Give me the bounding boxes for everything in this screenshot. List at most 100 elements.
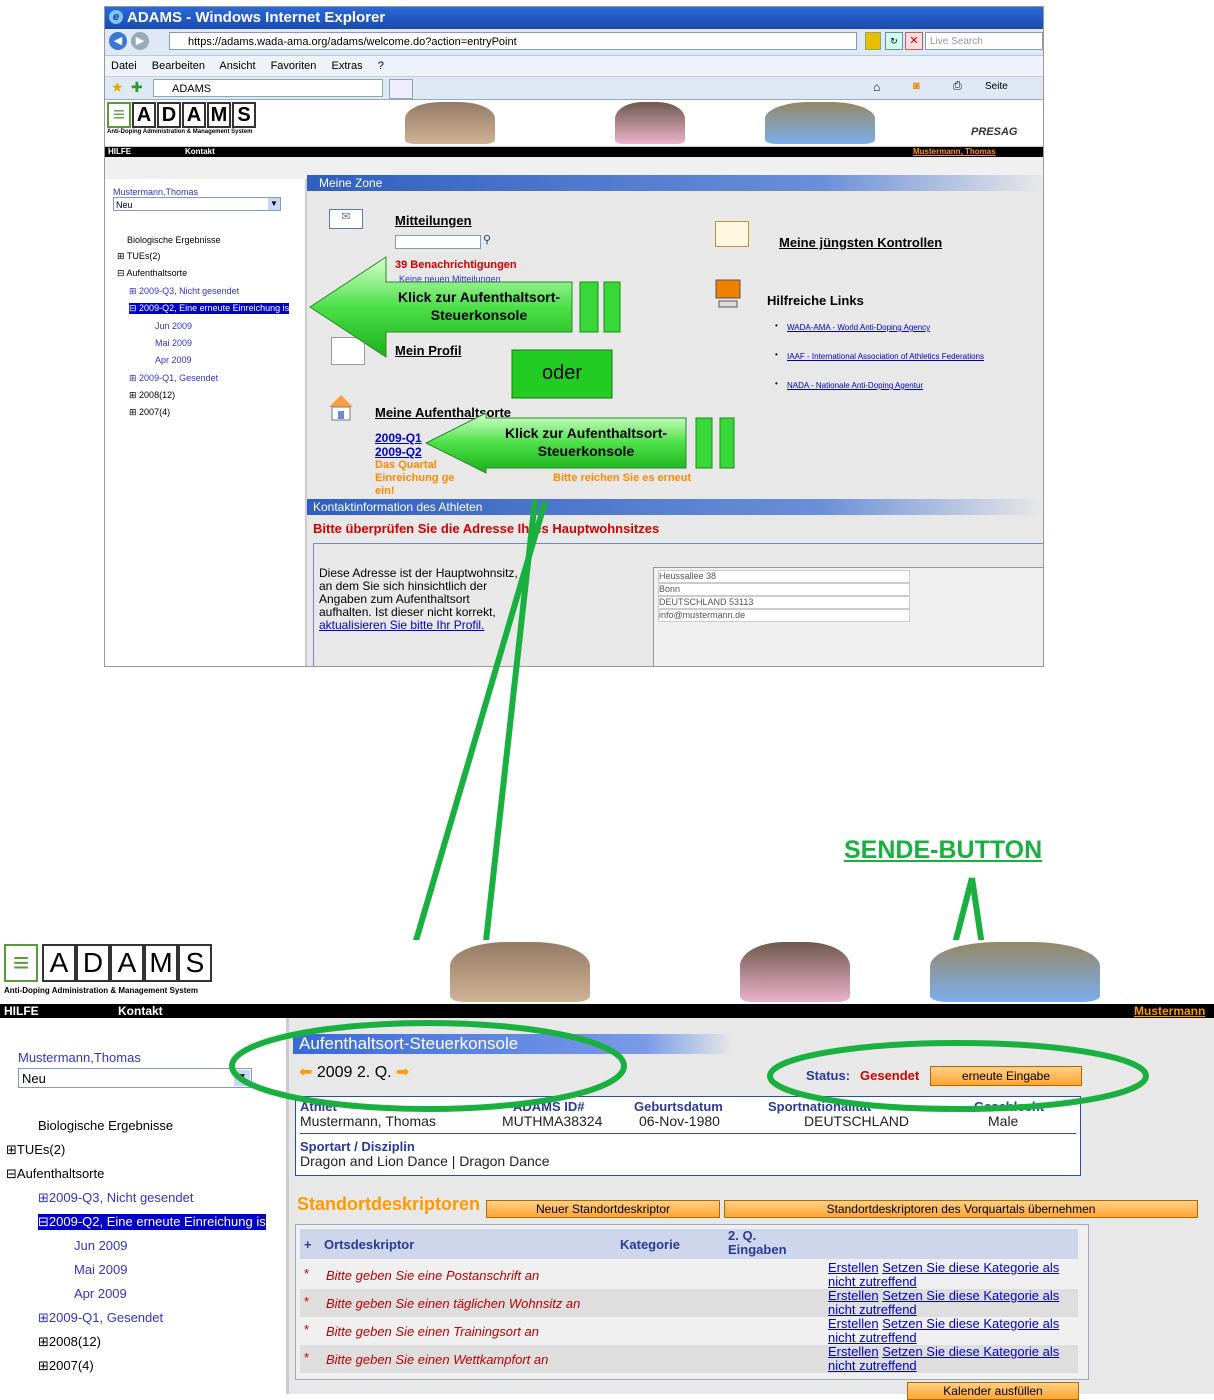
- expand-icon[interactable]: ⊞: [38, 1334, 49, 1349]
- arrow-right-icon[interactable]: ➡: [396, 1064, 409, 1081]
- quarter-nav: ⬅ 2009 2. Q. ➡: [299, 1062, 409, 1082]
- arrow-bar: [579, 281, 599, 333]
- add-column-icon[interactable]: +: [304, 1237, 312, 1252]
- logo-mark-icon: ≡: [4, 944, 38, 982]
- create-link[interactable]: Erstellen: [828, 1316, 879, 1331]
- row-actions: Erstellen Setzen Sie diese Kategorie als…: [828, 1289, 1078, 1317]
- table-row: * Bitte geben Sie eine Postanschrift an …: [300, 1261, 1078, 1289]
- row-description: Bitte geben Sie eine Postanschrift an: [326, 1268, 540, 1283]
- row-description: Bitte geben Sie einen Trainingsort an: [326, 1324, 539, 1339]
- send-button-label: SENDE-BUTTON: [844, 836, 1043, 864]
- create-link[interactable]: Erstellen: [828, 1344, 879, 1359]
- status-label: Status:: [806, 1068, 851, 1083]
- logo-letter: S: [178, 944, 212, 982]
- athlete-info-panel: Athlet Mustermann, Thomas ADAMS ID# MUTH…: [295, 1096, 1081, 1176]
- logo-subtitle: Anti-Doping Administration & Management …: [4, 986, 198, 995]
- top-nav-bar-2: HILFE Kontakt Mustermann: [0, 1004, 1214, 1018]
- whereabouts-console: Aufenthaltsort-Steuerkonsole ⬅ 2009 2. Q…: [289, 1018, 1214, 1400]
- sidebar-item-q2[interactable]: ⊟2009-Q2, Eine erneute Einreichung is: [38, 1214, 266, 1230]
- contact-link[interactable]: Kontakt: [118, 1004, 163, 1018]
- chevron-down-icon[interactable]: ▼: [234, 1070, 250, 1086]
- status-value: Gesendet: [860, 1068, 920, 1083]
- sidebar-item-jun[interactable]: Jun 2009: [74, 1238, 128, 1253]
- athlete-label: Athlet: [300, 1099, 337, 1114]
- required-marker: *: [304, 1266, 310, 1281]
- row-actions: Erstellen Setzen Sie diese Kategorie als…: [828, 1261, 1078, 1289]
- sidebar-item-label: 2008(12): [48, 1334, 101, 1349]
- status-select-value: Neu: [22, 1071, 46, 1086]
- sidebar-item-whereabouts[interactable]: ⊟Aufenthaltsorte: [6, 1166, 104, 1182]
- logo-letter: M: [144, 944, 178, 982]
- row-actions: Erstellen Setzen Sie diese Kategorie als…: [828, 1345, 1078, 1373]
- logo-letter: A: [42, 944, 76, 982]
- required-marker: *: [304, 1322, 310, 1337]
- table-row: * Bitte geben Sie einen täglichen Wohnsi…: [300, 1289, 1078, 1317]
- copy-previous-quarter-button[interactable]: Standortdeskriptoren des Vorquartals übe…: [724, 1200, 1198, 1218]
- id-label: ADAMS ID#: [513, 1099, 585, 1114]
- user-link[interactable]: Mustermann: [1134, 1004, 1205, 1018]
- sidebar-item-label: 2009-Q2, Eine erneute Einreichung is: [48, 1214, 266, 1229]
- new-location-button[interactable]: Neuer Standortdeskriptor: [486, 1200, 720, 1218]
- logo-letter: A: [110, 944, 144, 982]
- row-description: Bitte geben Sie einen täglichen Wohnsitz…: [326, 1296, 581, 1311]
- sidebar-item-label: TUEs(2): [16, 1142, 66, 1157]
- collapse-icon[interactable]: ⊟: [6, 1166, 17, 1181]
- sidebar-item-2007[interactable]: ⊞2007(4): [38, 1358, 94, 1374]
- arrow2-label: Klick zur Aufenthaltsort-Steuerkonsole: [504, 425, 668, 459]
- adams-banner-2: ≡ ADAMS Anti-Doping Administration & Man…: [0, 940, 1214, 1004]
- id-value: MUTHMA38324: [502, 1113, 603, 1129]
- gender-label: Geschlecht: [974, 1099, 1045, 1114]
- required-marker: *: [304, 1294, 310, 1309]
- status-select[interactable]: Neu ▼: [18, 1068, 252, 1088]
- athlete-value: Mustermann, Thomas: [300, 1113, 436, 1129]
- oder-label: oder: [541, 362, 583, 384]
- sidebar-item-tues[interactable]: ⊞TUEs(2): [6, 1142, 65, 1158]
- expand-icon[interactable]: ⊞: [38, 1358, 49, 1373]
- tennis-image: [930, 942, 1100, 1002]
- sidebar-item-2008[interactable]: ⊞2008(12): [38, 1334, 101, 1350]
- sidebar-item-q3[interactable]: ⊞2009-Q3, Nicht gesendet: [38, 1190, 193, 1206]
- arrow-bar: [603, 281, 621, 333]
- sidebar-user: Mustermann,Thomas: [18, 1050, 141, 1065]
- divider: [300, 1133, 1076, 1134]
- arrow-bar: [719, 417, 735, 469]
- sport-label: Sportart / Disziplin: [300, 1139, 415, 1154]
- locations-title: Standortdeskriptoren: [297, 1194, 481, 1214]
- collapse-icon[interactable]: ⊟: [38, 1214, 49, 1229]
- create-link[interactable]: Erstellen: [828, 1288, 879, 1303]
- sidebar-item-bio[interactable]: Biologische Ergebnisse: [38, 1118, 173, 1133]
- create-link[interactable]: Erstellen: [828, 1260, 879, 1275]
- sidebar-item-label: 2007(4): [48, 1358, 94, 1373]
- sidebar-item-label: 2009-Q3, Nicht gesendet: [48, 1190, 194, 1205]
- expand-icon[interactable]: ⊞: [6, 1142, 17, 1157]
- col-descriptor: Ortsdeskriptor: [324, 1237, 415, 1252]
- dob-value: 06-Nov-1980: [639, 1113, 720, 1129]
- resubmit-button[interactable]: erneute Eingabe: [930, 1066, 1082, 1086]
- sidebar-item-mai[interactable]: Mai 2009: [74, 1262, 127, 1277]
- help-link[interactable]: HILFE: [4, 1004, 39, 1018]
- nation-value: DEUTSCHLAND: [804, 1113, 910, 1129]
- quarter-label: 2009 2. Q.: [316, 1064, 392, 1081]
- table-header: + Ortsdeskriptor Kategorie 2. Q. Eingabe…: [300, 1229, 1078, 1259]
- nation-label: Sportnationalität: [768, 1099, 872, 1114]
- sidebar-item-apr[interactable]: Apr 2009: [74, 1286, 127, 1301]
- sport-value: Dragon and Lion Dance | Dragon Dance: [300, 1153, 550, 1169]
- sidebar-2: Mustermann,Thomas Neu ▼ Biologische Erge…: [0, 1018, 289, 1394]
- arrow1-label: Klick zur Aufenthaltsort-Steuerkonsole: [397, 289, 561, 323]
- arrow-bar: [695, 417, 713, 469]
- gender-value: Male: [988, 1113, 1019, 1129]
- expand-icon[interactable]: ⊞: [38, 1190, 49, 1205]
- sidebar-item-q1[interactable]: ⊞2009-Q1, Gesendet: [38, 1310, 163, 1326]
- fill-calendar-button[interactable]: Kalender ausfüllen: [907, 1382, 1079, 1400]
- athlete-image: [740, 942, 850, 1002]
- table-row: * Bitte geben Sie einen Wettkampfort an …: [300, 1345, 1078, 1373]
- logo-letter: D: [76, 944, 110, 982]
- arrow-left-icon[interactable]: ⬅: [299, 1064, 312, 1081]
- expand-icon[interactable]: ⊞: [38, 1310, 49, 1325]
- sidebar-item-label: Aufenthaltsorte: [16, 1166, 105, 1181]
- locations-table: + Ortsdeskriptor Kategorie 2. Q. Eingabe…: [295, 1224, 1089, 1380]
- table-row: * Bitte geben Sie einen Trainingsort an …: [300, 1317, 1078, 1345]
- required-marker: *: [304, 1350, 310, 1365]
- dob-label: Geburtsdatum: [634, 1099, 723, 1114]
- row-description: Bitte geben Sie einen Wettkampfort an: [326, 1352, 549, 1367]
